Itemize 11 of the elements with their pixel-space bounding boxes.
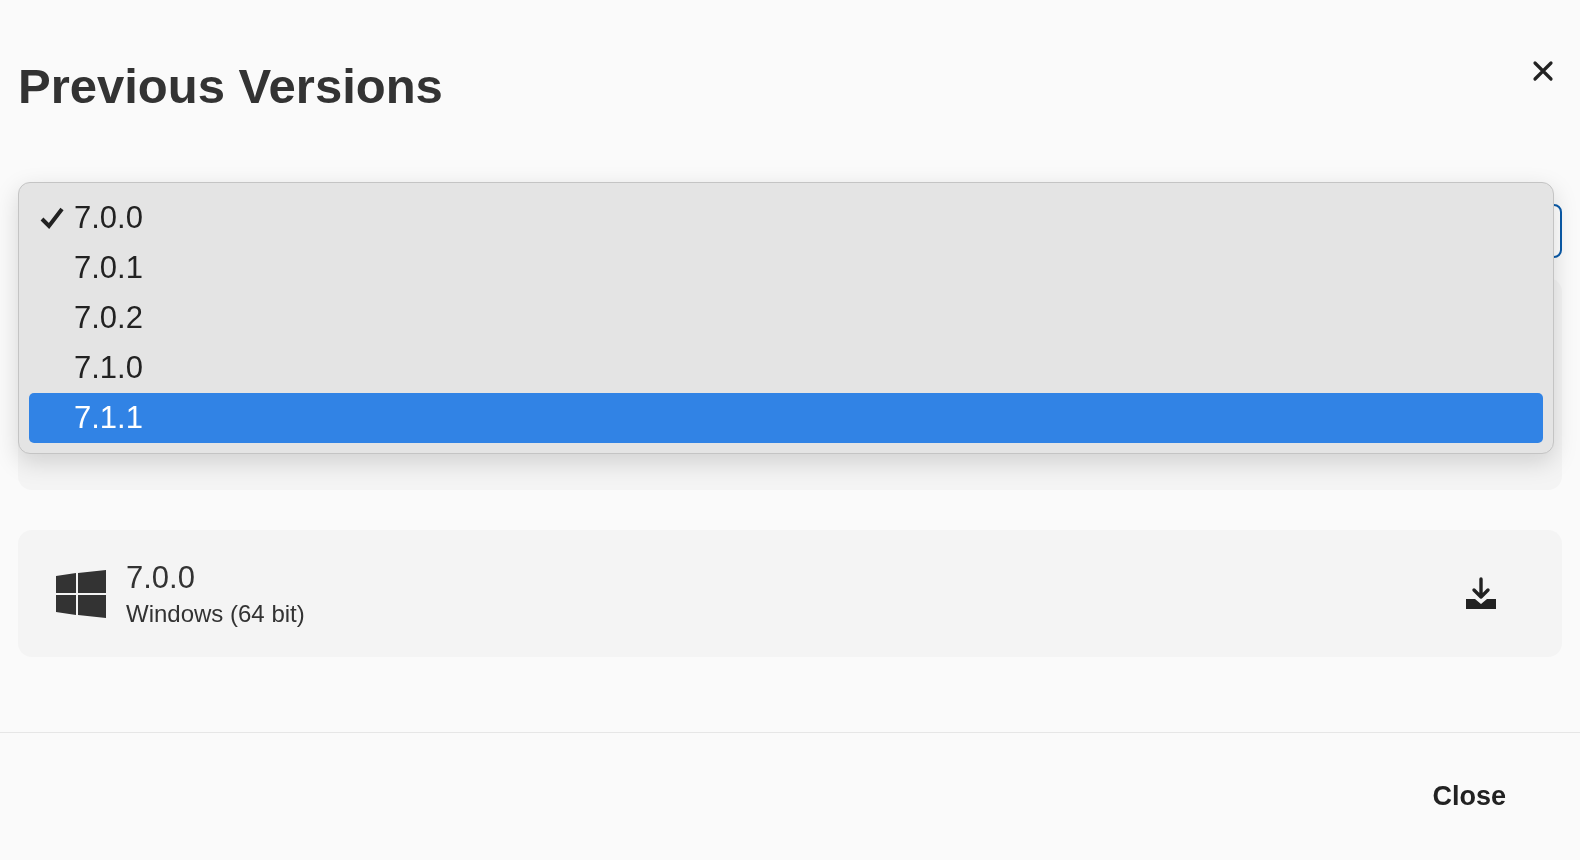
- menu-option[interactable]: 7.0.0: [29, 193, 1543, 243]
- version-label: 7.0.0: [126, 559, 196, 596]
- windows-logo-icon: [56, 569, 106, 618]
- menu-option[interactable]: 7.0.1: [29, 243, 1543, 293]
- download-icon[interactable]: [1464, 576, 1498, 611]
- platform-label: Windows (64 bit): [126, 599, 306, 628]
- menu-option[interactable]: 7.0.2: [29, 293, 1543, 343]
- menu-option[interactable]: 7.1.0: [29, 343, 1543, 393]
- dialog-title: Previous Versions: [18, 58, 443, 114]
- menu-option[interactable]: 7.1.1: [29, 393, 1543, 443]
- close-button[interactable]: Close: [1428, 773, 1510, 820]
